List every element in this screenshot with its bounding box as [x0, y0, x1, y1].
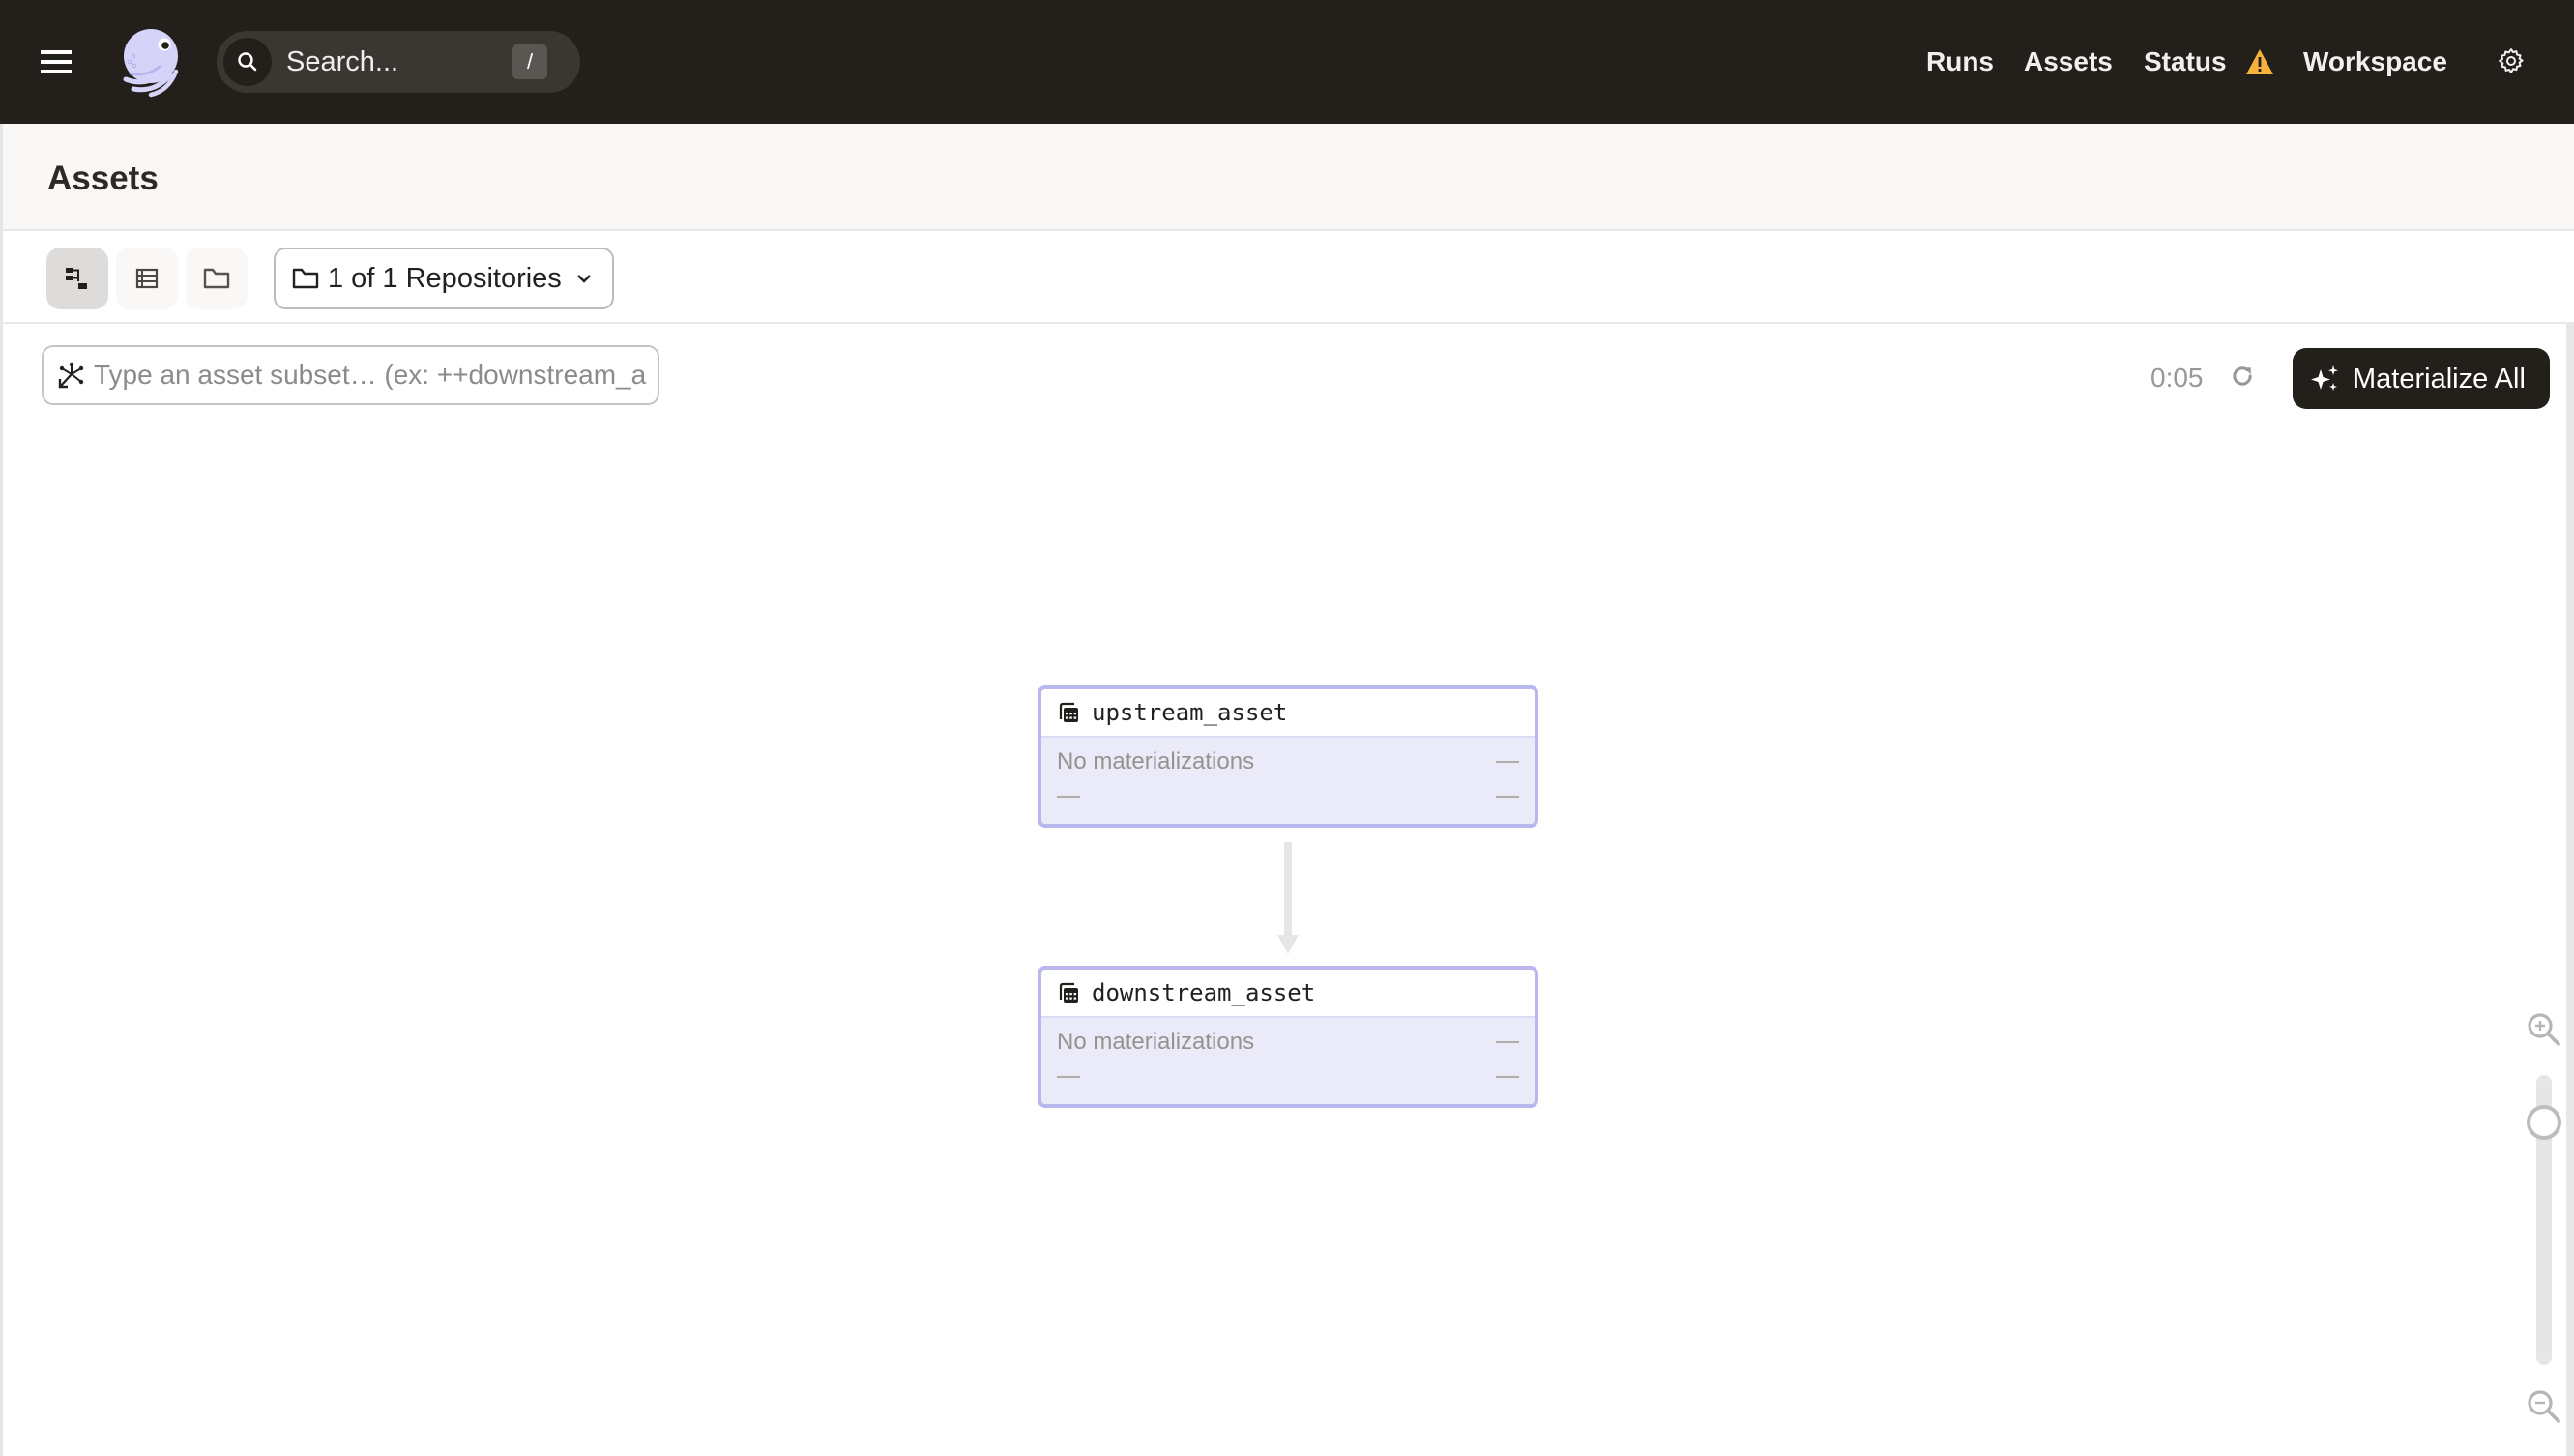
materialize-all-button[interactable]: Materialize All	[2293, 348, 2550, 409]
nav-runs[interactable]: Runs	[1926, 43, 1994, 81]
nav-workspace[interactable]: Workspace	[2303, 43, 2447, 81]
menu-icon[interactable]	[41, 48, 72, 75]
asset-node-downstream[interactable]: downstream_asset No materializations	[1038, 966, 1538, 1108]
search-shortcut-hint: /	[512, 44, 547, 79]
empty-value-dash	[1496, 1076, 1519, 1078]
zoom-out-icon[interactable]	[2525, 1387, 2563, 1426]
repository-selector-label: 1 of 1 Repositories	[328, 263, 562, 294]
empty-value-dash	[1496, 1041, 1519, 1043]
folder-view-button[interactable]	[186, 248, 248, 309]
zoom-in-icon[interactable]	[2525, 1010, 2563, 1049]
empty-value-dash	[1057, 1076, 1080, 1078]
empty-value-dash	[1496, 796, 1519, 798]
asset-graph-icon	[66, 268, 87, 289]
chevron-down-icon	[576, 275, 591, 283]
nav-status[interactable]: Status	[2144, 43, 2227, 81]
asset-graph-canvas[interactable]: Type an asset subset… (ex: ++downstream_…	[0, 324, 2574, 1456]
folder-icon	[292, 268, 319, 289]
graph-edge	[1277, 842, 1299, 954]
materialization-status: No materializations	[1057, 748, 1255, 774]
zoom-slider-thumb[interactable]	[2527, 1105, 2561, 1140]
page-title: Assets	[47, 160, 159, 197]
search-input[interactable]: Search... /	[217, 31, 580, 93]
sparkles-icon	[2311, 364, 2338, 391]
table-icon	[1059, 982, 1078, 1003]
empty-value-dash	[1057, 796, 1080, 798]
empty-value-dash	[1496, 761, 1519, 763]
refresh-icon[interactable]	[2229, 363, 2256, 390]
asset-selection-input[interactable]: Type an asset subset… (ex: ++downstream_…	[42, 345, 659, 405]
folder-icon	[203, 268, 230, 289]
app-root: Search... / Runs Assets Status Workspace…	[0, 0, 2574, 1456]
page-header: Assets	[0, 124, 2574, 231]
zoom-controls	[2525, 1010, 2567, 1426]
search-icon	[223, 38, 272, 86]
gear-icon[interactable]	[2497, 46, 2526, 75]
asset-node-upstream[interactable]: upstream_asset No materializations	[1038, 685, 1538, 828]
materialize-all-label: Materialize All	[2353, 363, 2526, 394]
asset-node-name: upstream_asset	[1092, 699, 1288, 726]
warning-icon[interactable]	[2245, 48, 2274, 75]
top-nav-bar: Search... / Runs Assets Status Workspace	[0, 0, 2574, 124]
vertical-scrollbar[interactable]	[2566, 324, 2574, 1456]
list-view-button[interactable]	[116, 248, 178, 309]
search-placeholder: Search...	[286, 46, 399, 77]
nav-assets[interactable]: Assets	[2024, 43, 2113, 81]
asset-selection-icon	[58, 362, 84, 389]
table-list-icon	[135, 268, 159, 289]
asset-node-name: downstream_asset	[1092, 979, 1316, 1006]
asset-selection-placeholder: Type an asset subset… (ex: ++downstream_…	[94, 360, 647, 390]
view-toolbar: 1 of 1 Repositories	[0, 231, 2574, 324]
refresh-countdown: 0:05	[2150, 363, 2204, 393]
dagster-logo[interactable]	[112, 23, 190, 101]
table-icon	[1059, 702, 1078, 722]
graph-view-button[interactable]	[46, 248, 108, 309]
materialization-status: No materializations	[1057, 1029, 1255, 1055]
repository-selector[interactable]: 1 of 1 Repositories	[274, 248, 614, 309]
